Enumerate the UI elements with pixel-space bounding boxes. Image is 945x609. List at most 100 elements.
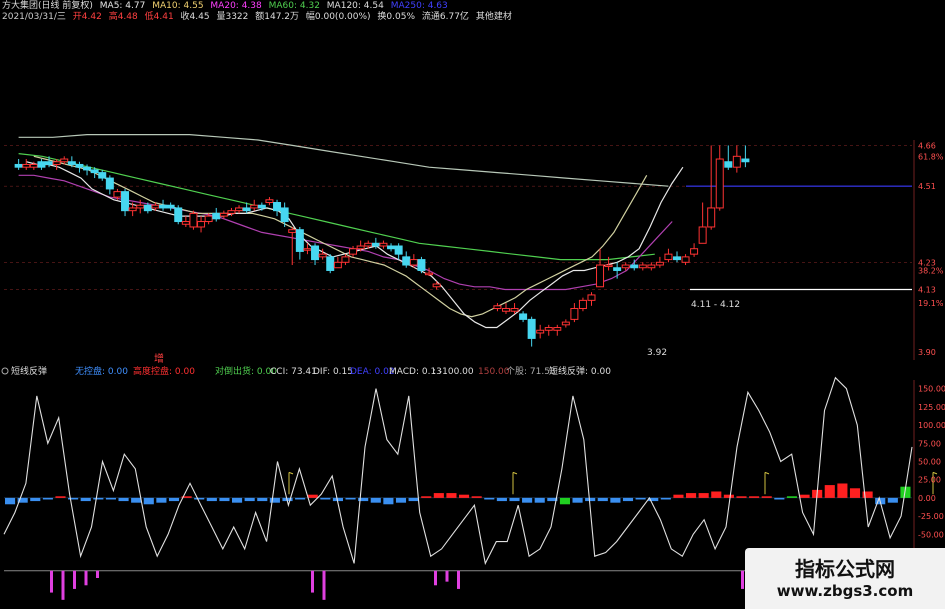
candle-body xyxy=(425,272,434,276)
macd-bar xyxy=(446,493,457,498)
macd-bar xyxy=(887,497,898,503)
candle-body xyxy=(387,245,396,250)
indicator-tick-label: -25.00 xyxy=(918,512,944,521)
macd-bar xyxy=(307,494,318,498)
candle-body xyxy=(14,163,23,168)
macd-bar xyxy=(723,494,734,498)
candle-body xyxy=(341,256,350,263)
watermark-url: www.zbgs3.com xyxy=(776,582,914,600)
magenta-bar xyxy=(50,570,53,593)
macd-bar xyxy=(509,497,520,502)
candle-body xyxy=(621,264,630,269)
moving-average-lines xyxy=(18,134,912,329)
indicator-tick-label: 125.00 xyxy=(918,403,945,412)
macd-bar xyxy=(736,496,747,498)
macd-bar xyxy=(849,488,861,498)
price-tick-label: 19.1% xyxy=(918,299,944,308)
candle-body xyxy=(37,161,46,168)
candle-body xyxy=(527,318,536,339)
price-grid xyxy=(4,140,915,360)
candle-body xyxy=(311,245,320,261)
candle-body xyxy=(596,264,605,288)
macd-bar xyxy=(143,497,154,505)
candle-body xyxy=(166,204,175,209)
macd-bar xyxy=(837,483,848,498)
candle-body xyxy=(655,261,664,266)
candle-body xyxy=(417,259,426,271)
gear-icon[interactable] xyxy=(1,367,9,375)
indicator-tick-label: -50.00 xyxy=(918,530,944,539)
indicator-l8: : -100.00 xyxy=(433,367,474,377)
candle-body xyxy=(402,256,411,266)
candle-body xyxy=(105,177,114,190)
macd-bar xyxy=(42,497,53,500)
candle-body xyxy=(432,283,441,288)
candle-body xyxy=(174,207,183,223)
indicator-tick-label: 100.00 xyxy=(918,421,945,430)
macd-bar xyxy=(320,497,331,500)
candle-body xyxy=(371,242,380,247)
macd-bar xyxy=(433,493,444,498)
candle-body xyxy=(151,204,160,209)
magenta-bar xyxy=(311,570,314,593)
cci-polyline xyxy=(3,376,913,566)
candle-body xyxy=(570,308,579,320)
candle-body xyxy=(333,261,342,269)
candle-body xyxy=(587,294,596,301)
magenta-bar xyxy=(73,570,76,589)
candle-body xyxy=(690,248,699,255)
macd-bar xyxy=(244,497,255,502)
ma120-line xyxy=(18,134,669,187)
macd-bar xyxy=(610,497,621,503)
cross-marker-flag xyxy=(764,471,770,475)
macd-bar xyxy=(395,497,407,503)
candle-body xyxy=(664,253,673,261)
magenta-bar xyxy=(84,570,88,586)
indicator-l9: 150.00 xyxy=(478,367,510,377)
macd-bar xyxy=(68,497,79,500)
candle-body xyxy=(510,308,519,312)
candle-body xyxy=(724,161,733,168)
indicator-l1: 无控盘: 0.00 xyxy=(75,365,128,377)
candle-body xyxy=(121,191,130,212)
macd-bar xyxy=(799,494,810,498)
indicator-tick-label: 150.00 xyxy=(918,385,945,394)
indicator-l6: DEA: 0.02 xyxy=(350,367,395,377)
candle-body xyxy=(578,299,587,310)
candle-body xyxy=(159,204,168,209)
candle-body xyxy=(741,158,750,163)
macd-bar xyxy=(421,496,432,498)
cci-line xyxy=(3,376,913,566)
candle-body xyxy=(235,207,244,212)
macd-bar xyxy=(219,497,230,502)
candle-body xyxy=(227,210,236,214)
macd-bar xyxy=(156,497,167,503)
candle-body xyxy=(613,267,622,271)
candle-body xyxy=(90,169,99,174)
candle-body xyxy=(181,221,190,225)
candle-body xyxy=(715,158,724,209)
candle-body xyxy=(707,207,716,228)
ma10-line xyxy=(33,155,648,318)
candle-body xyxy=(98,172,107,179)
candle-body xyxy=(257,204,266,209)
macd-bar xyxy=(55,496,66,498)
macd-bar xyxy=(660,497,671,500)
price-tick-label: 4.13 xyxy=(918,285,936,294)
macd-bar xyxy=(459,494,470,498)
macd-bar xyxy=(559,497,570,505)
candle-body xyxy=(681,256,690,263)
macd-bar xyxy=(522,497,533,503)
macd-bar xyxy=(206,497,217,502)
candle-body xyxy=(288,229,297,233)
price-tick-label: 4.51 xyxy=(918,182,936,191)
cross-marker-flag xyxy=(512,471,518,475)
candle-body xyxy=(265,199,274,204)
candle-body xyxy=(364,242,373,247)
macd-bar xyxy=(585,497,596,502)
macd-bar xyxy=(105,497,116,500)
candle-body xyxy=(242,207,251,212)
price-axis: 4.6661.8%4.514.2338.2%4.1319.1%3.90 xyxy=(918,141,944,357)
macd-bar xyxy=(635,497,646,500)
stock-chart[interactable]: 增 3.92 4.11 - 4.12 4.6661.8%4.514.2338.2… xyxy=(0,0,945,609)
